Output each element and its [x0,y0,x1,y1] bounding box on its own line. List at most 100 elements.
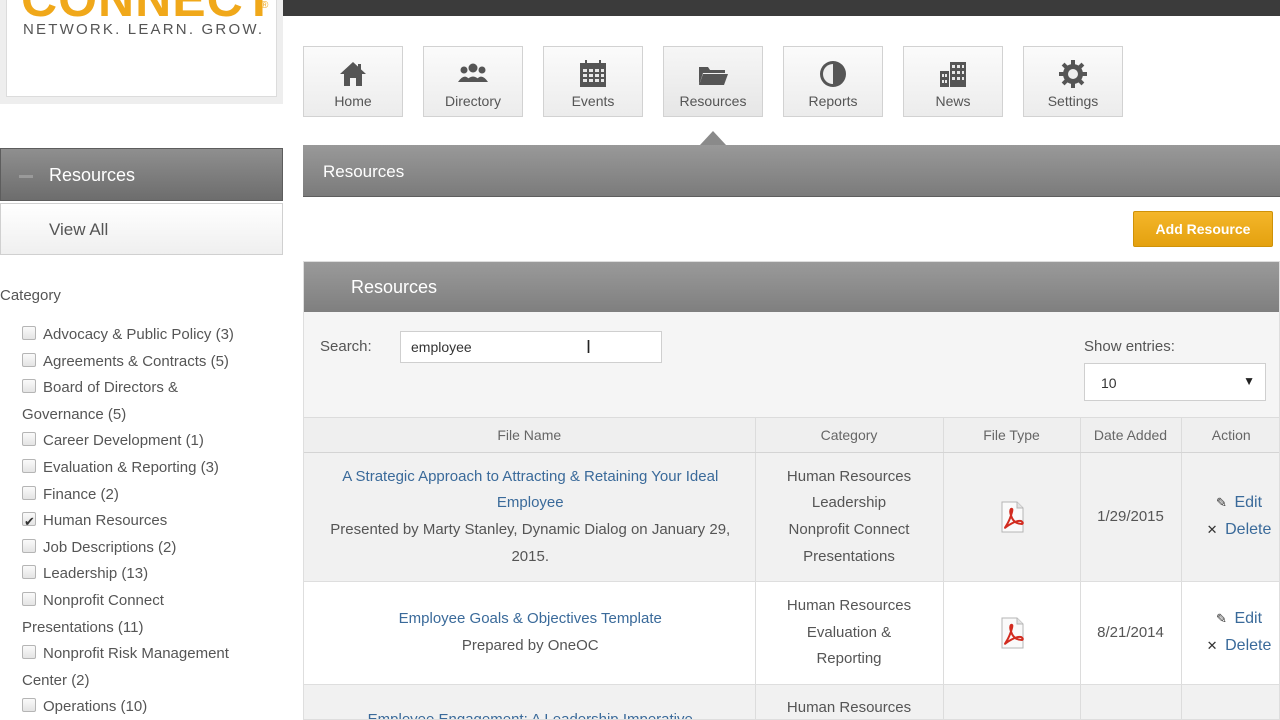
category-item[interactable]: Job Descriptions (2) [0,535,270,562]
category-checkbox[interactable] [22,485,36,500]
category-value: Leadership [811,494,887,512]
show-entries-select[interactable]: 10 ▼ [1084,363,1266,401]
column-header-file-type[interactable]: File Type [942,417,1080,453]
sidebar-header-label: Resources [49,165,136,185]
category-value: Human Resources [786,699,912,716]
section-header: Resources [303,145,1280,197]
column-header-date-added[interactable]: Date Added [1079,417,1181,453]
category-label-cont: Governance (5) [22,405,127,423]
show-entries-value: 10 [1101,375,1117,391]
calendar-icon [580,60,606,87]
nav-reports[interactable]: Reports [783,46,883,117]
category-label: Operations (10) [43,698,148,716]
category-checkbox-checked[interactable] [22,509,36,536]
search-input[interactable] [400,331,662,363]
file-description: Presented by Marty Stanley, Dynamic Dial… [330,521,731,565]
edit-link[interactable]: Edit [1234,494,1262,511]
people-icon [458,63,488,82]
category-checkbox[interactable] [22,698,36,713]
category-value: Evaluation & Reporting [806,623,892,668]
sidebar-item-view-all[interactable]: View All [0,203,283,255]
column-header-action: Action [1180,417,1279,453]
category-label: Nonprofit Connect [43,592,164,609]
resources-table: File Name Category File Type Date Added … [304,417,1279,719]
top-bar [283,0,1280,16]
add-resource-button[interactable]: Add Resource [1133,211,1273,247]
table-row: A Strategic Approach to Attracting & Ret… [304,452,1279,582]
category-cell: Human Resources Evaluation & Reporting [754,581,943,685]
file-link[interactable]: Employee Goals & Objectives Template [399,610,662,627]
file-link[interactable]: Employee Engagement: A Leadership Impera… [368,711,693,719]
category-item[interactable]: Evaluation & Reporting (3) [0,455,270,482]
category-item[interactable]: Nonprofit Connect Presentations (11) [0,588,270,641]
edit-link[interactable]: Edit [1234,610,1262,627]
category-checkbox[interactable] [22,592,36,606]
category-checkbox[interactable] [22,352,36,367]
category-label-cont: Presentations (11) [22,618,144,636]
page: CONNECT ® NETWORK. LEARN. GROW. Home Dir… [0,0,1280,720]
view-all-label: View All [49,220,109,239]
nav-resources[interactable]: Resources [663,46,763,117]
category-label: Advocacy & Public Policy (3) [43,326,234,343]
nav-news[interactable]: News [903,46,1003,117]
column-header-category[interactable]: Category [754,417,943,453]
sidebar-header[interactable]: Resources [0,148,283,201]
nav-directory[interactable]: Directory [423,46,523,117]
category-item[interactable]: Agreements & Contracts (5) [0,349,270,376]
file-name-cell: A Strategic Approach to Attracting & Ret… [304,452,755,582]
category-item[interactable]: Career Development (1) [0,428,270,455]
category-cell: Human Resources Leadership Nonprofit Con… [754,452,943,582]
category-checkbox[interactable] [22,538,36,553]
file-description: Prepared by OneOC [461,637,599,654]
date-added-cell [1079,684,1181,719]
file-link[interactable]: A Strategic Approach to Attracting & Ret… [342,468,718,512]
close-icon: ✕ [1206,638,1218,653]
category-checkbox[interactable] [22,459,36,473]
category-label: Leadership (13) [43,565,149,583]
nav-settings[interactable]: Settings [1023,46,1123,117]
category-cell: Human Resources [754,684,943,719]
pencil-icon: ✎ [1216,611,1227,627]
logo-tagline: NETWORK. LEARN. GROW. [23,21,265,38]
category-checkbox[interactable] [22,645,36,660]
panel-header: Resources [304,262,1279,312]
nav-events[interactable]: Events [543,46,643,117]
category-checkbox[interactable] [22,432,36,447]
gear-icon [1059,60,1087,88]
date-added-cell: 8/21/2014 [1079,581,1181,685]
pdf-icon[interactable] [995,500,1029,534]
column-header-file-name[interactable]: File Name [304,417,755,453]
category-label-cont: Center (2) [22,671,90,689]
nav-label: Reports [808,93,858,109]
category-checkbox[interactable] [22,326,36,340]
section-title: Resources [323,162,405,181]
category-item[interactable]: Board of Directors & Governance (5) [0,375,270,428]
category-checkbox[interactable] [22,565,36,580]
show-entries-label: Show entries: [1084,338,1175,355]
file-type-cell [942,581,1080,685]
delete-link[interactable]: Delete [1225,521,1271,538]
logo-area: CONNECT ® NETWORK. LEARN. GROW. [0,0,283,104]
category-item[interactable]: Advocacy & Public Policy (3) [0,322,270,349]
pdf-icon[interactable] [995,616,1029,650]
nav-home[interactable]: Home [303,46,403,117]
category-label: Job Descriptions (2) [43,538,177,556]
category-item[interactable]: Operations (10) [0,694,270,720]
category-title: Category [0,287,61,304]
logo[interactable]: CONNECT ® NETWORK. LEARN. GROW. [6,0,277,97]
nav-label: Home [334,93,372,109]
file-name-cell: Employee Goals & Objectives Template Pre… [304,581,755,685]
panel-title: Resources [351,277,438,297]
file-type-cell [942,452,1080,582]
category-item[interactable]: Leadership (13) [0,561,270,588]
category-item[interactable]: Finance (2) [0,482,270,509]
category-value: Nonprofit Connect Presentations [788,521,910,565]
category-item[interactable]: Human Resources [0,508,270,536]
date-added-cell: 1/29/2015 [1079,452,1181,582]
building-icon [940,62,966,87]
category-checkbox[interactable] [22,379,36,394]
category-item[interactable]: Nonprofit Risk Management Center (2) [0,641,270,694]
category-label: Finance (2) [43,485,119,503]
delete-link[interactable]: Delete [1225,637,1271,654]
home-icon [340,62,366,86]
